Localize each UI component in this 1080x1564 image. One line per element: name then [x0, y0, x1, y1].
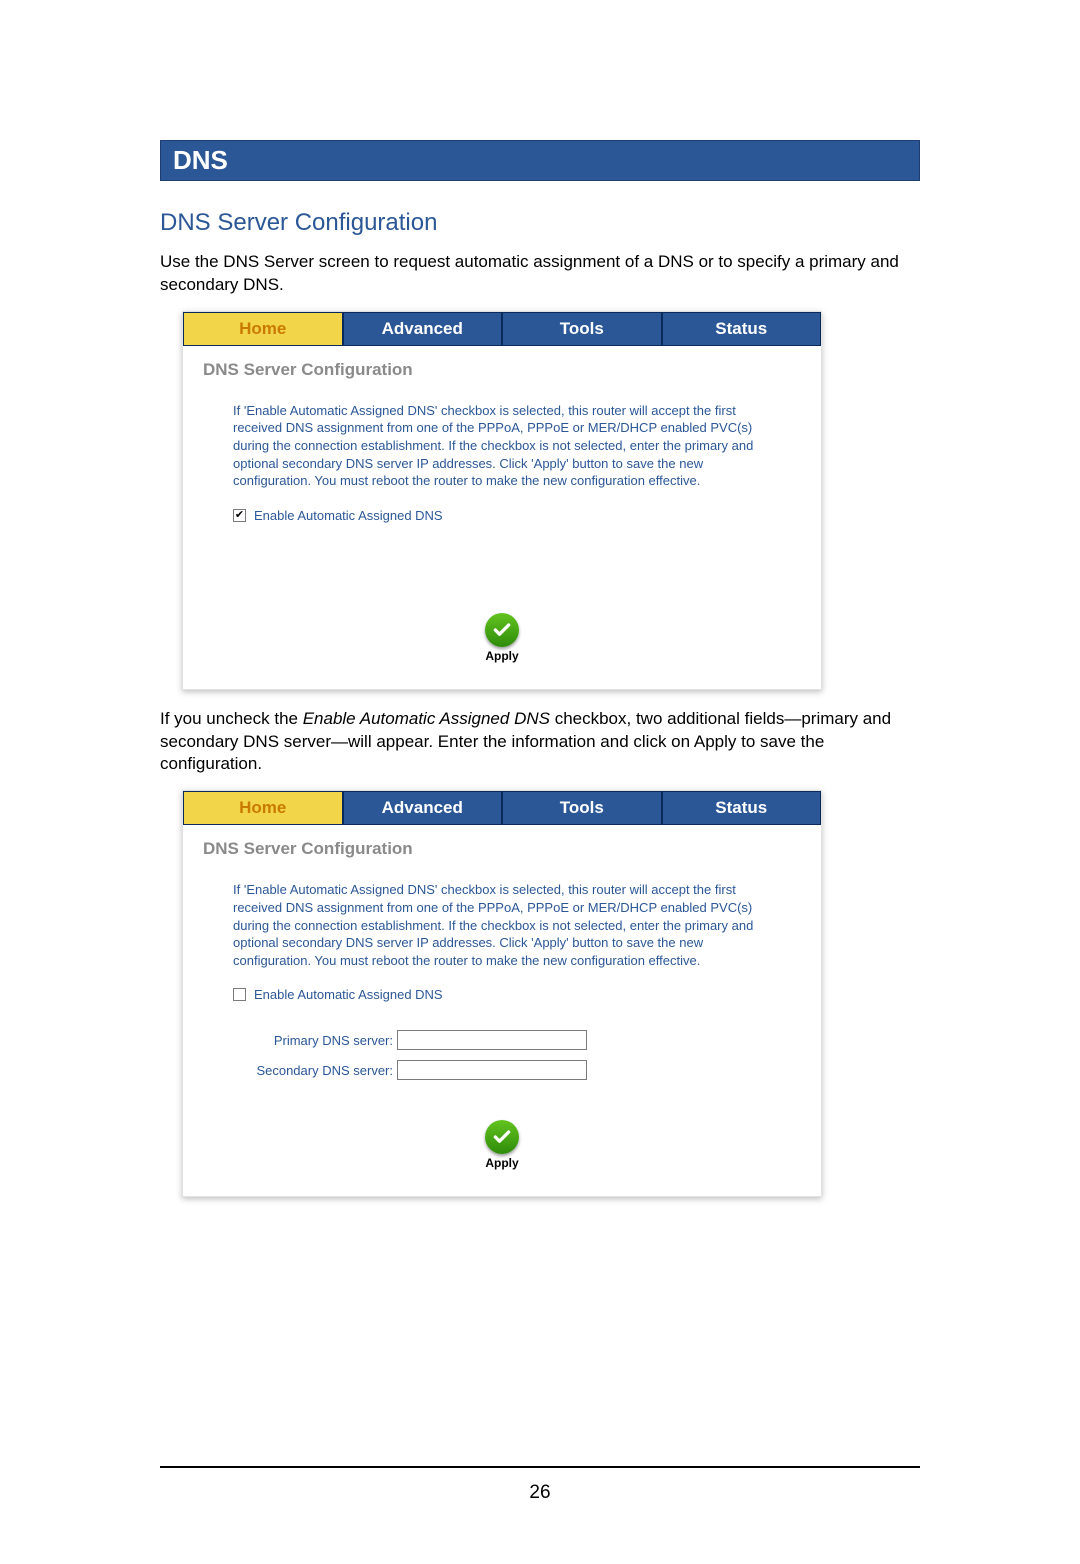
- apply-button[interactable]: Apply: [485, 1120, 519, 1170]
- panel-description: If 'Enable Automatic Assigned DNS' check…: [183, 863, 821, 969]
- page-number: 26: [0, 1482, 1080, 1504]
- sub-title: DNS Server Configuration: [160, 209, 920, 237]
- panel-description: If 'Enable Automatic Assigned DNS' check…: [183, 384, 821, 490]
- checkbox-row: Enable Automatic Assigned DNS: [183, 969, 821, 1002]
- apply-button[interactable]: Apply: [485, 613, 519, 663]
- tab-home[interactable]: Home: [183, 312, 343, 346]
- enable-auto-dns-label: Enable Automatic Assigned DNS: [254, 987, 443, 1002]
- tab-tools[interactable]: Tools: [502, 312, 662, 346]
- apply-label: Apply: [485, 1156, 518, 1170]
- intro-text: Use the DNS Server screen to request aut…: [160, 251, 920, 297]
- mid-text: If you uncheck the Enable Automatic Assi…: [160, 708, 920, 777]
- enable-auto-dns-checkbox[interactable]: [233, 988, 246, 1001]
- panel-title: DNS Server Configuration: [183, 346, 821, 384]
- mid-text-emphasis: Enable Automatic Assigned DNS: [303, 709, 550, 728]
- tab-bar: Home Advanced Tools Status: [183, 791, 821, 825]
- checkbox-row: ✔ Enable Automatic Assigned DNS: [183, 490, 821, 523]
- footer-rule: [160, 1466, 920, 1468]
- secondary-dns-label: Secondary DNS server:: [213, 1063, 397, 1078]
- dns-panel-checked: Home Advanced Tools Status DNS Server Co…: [182, 311, 822, 690]
- tab-advanced[interactable]: Advanced: [343, 312, 503, 346]
- tab-advanced[interactable]: Advanced: [343, 791, 503, 825]
- tab-home[interactable]: Home: [183, 791, 343, 825]
- enable-auto-dns-label: Enable Automatic Assigned DNS: [254, 508, 443, 523]
- tab-tools[interactable]: Tools: [502, 791, 662, 825]
- dns-form: Primary DNS server: Secondary DNS server…: [183, 1002, 821, 1080]
- tab-status[interactable]: Status: [662, 791, 822, 825]
- enable-auto-dns-checkbox[interactable]: ✔: [233, 509, 246, 522]
- section-bar: DNS: [160, 140, 920, 181]
- tab-status[interactable]: Status: [662, 312, 822, 346]
- check-icon: [485, 1120, 519, 1154]
- check-icon: [485, 613, 519, 647]
- secondary-dns-input[interactable]: [397, 1060, 587, 1080]
- mid-text-pre: If you uncheck the: [160, 709, 303, 728]
- primary-dns-label: Primary DNS server:: [213, 1033, 397, 1048]
- tab-bar: Home Advanced Tools Status: [183, 312, 821, 346]
- primary-dns-input[interactable]: [397, 1030, 587, 1050]
- dns-panel-unchecked: Home Advanced Tools Status DNS Server Co…: [182, 790, 822, 1197]
- panel-title: DNS Server Configuration: [183, 825, 821, 863]
- apply-label: Apply: [485, 649, 518, 663]
